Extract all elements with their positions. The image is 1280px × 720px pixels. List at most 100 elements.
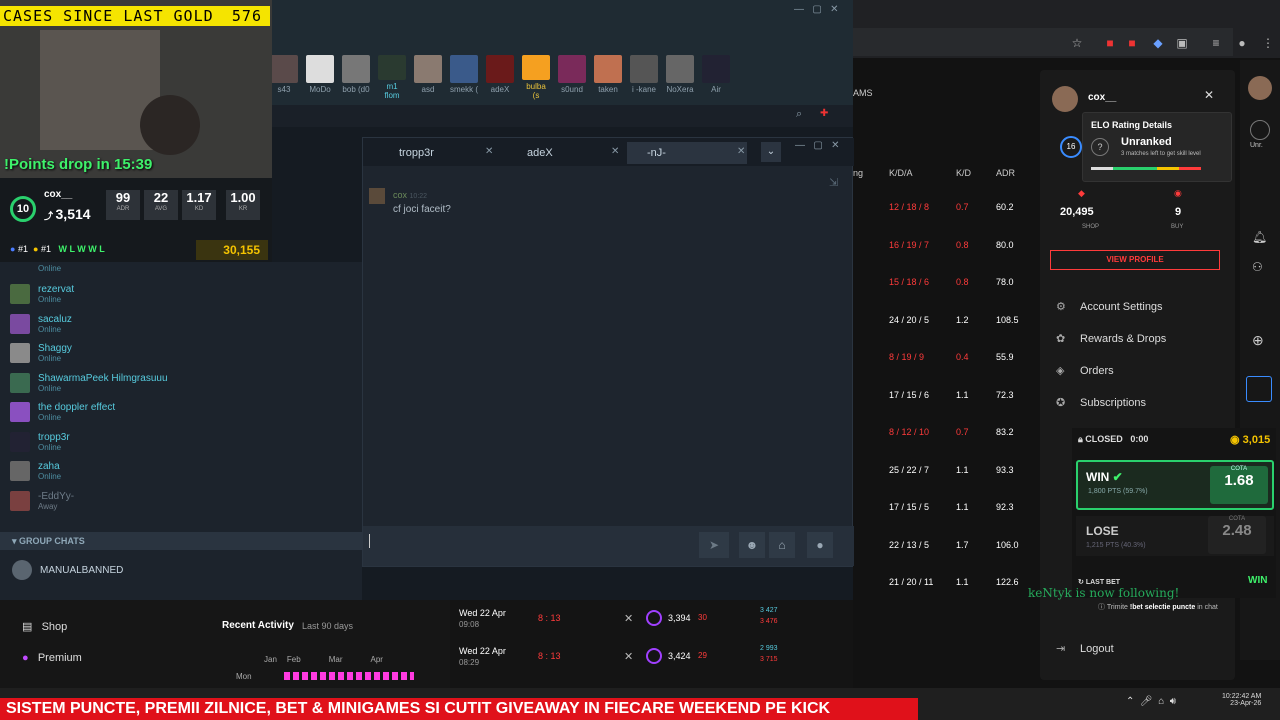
table-row[interactable]: 12 / 18 / 8 0.7 60.2 bbox=[853, 189, 1038, 225]
chevron-down-icon[interactable]: ⌄ bbox=[761, 142, 781, 162]
col-header: K/D bbox=[956, 168, 972, 178]
group-chats-header[interactable]: ▾ GROUP CHATS bbox=[0, 532, 362, 550]
friend-name: ShawarmaPeek Hilmgrasuuu bbox=[38, 372, 168, 384]
favorite-friend[interactable]: adeX bbox=[486, 55, 514, 100]
table-row[interactable]: 25 / 22 / 7 1.1 93.3 bbox=[853, 452, 1038, 488]
window-controls[interactable]: — ▢ ✕ bbox=[795, 140, 840, 151]
favorite-friend[interactable]: m1 flom bbox=[378, 55, 406, 100]
subscriptions-item[interactable]: ✪ Subscriptions bbox=[1056, 396, 1146, 409]
kda-cell: 22 / 13 / 5 bbox=[889, 539, 930, 550]
avatar[interactable] bbox=[1248, 76, 1272, 100]
view-profile-button[interactable]: VIEW PROFILE bbox=[1050, 250, 1220, 270]
nav-shop[interactable]: ▤ Shop bbox=[22, 620, 67, 633]
win-odds: COTA 1.68 bbox=[1210, 466, 1268, 504]
friend-status: Online bbox=[38, 354, 62, 363]
match-row[interactable]: Wed 22 Apr 09:08 8 : 13 ✕ 3,394 30 3 427 3 476 bbox=[450, 604, 853, 638]
chat-input[interactable]: ➤ ☻ ⌂ ● bbox=[363, 526, 854, 566]
tab-nj[interactable]: -nJ- bbox=[627, 142, 747, 164]
voice-icon[interactable]: ● bbox=[807, 532, 833, 558]
table-row[interactable]: 15 / 18 / 6 0.8 78.0 bbox=[853, 264, 1038, 300]
menu-icon[interactable]: ≡ bbox=[1209, 36, 1223, 50]
avatar bbox=[270, 55, 298, 83]
friend-name: the doppler effect bbox=[38, 402, 116, 413]
table-row[interactable]: 24 / 20 / 5 1.2 108.5 bbox=[853, 302, 1038, 338]
level-badge: 16 bbox=[1060, 136, 1082, 158]
tab-tropp3r[interactable]: tropp3r bbox=[379, 142, 499, 164]
clock[interactable]: 10:22:42 AM 23-Apr-26 bbox=[1222, 693, 1261, 707]
close-icon[interactable]: ✕ bbox=[485, 146, 493, 157]
adr-cell: 122.6 bbox=[996, 577, 1019, 587]
recent-range: Last 90 days bbox=[302, 621, 354, 631]
avatar bbox=[10, 431, 30, 452]
lose-option[interactable]: LOSE 1,215 PTS (40.3%) COTA 2.48 bbox=[1076, 516, 1274, 556]
extension-icon[interactable]: ■ bbox=[1103, 36, 1117, 50]
friend-row[interactable]: zaha Online bbox=[10, 457, 61, 485]
match-history: Wed 22 Apr 09:08 8 : 13 ✕ 3,394 30 3 427 3 476 W… bbox=[450, 600, 853, 688]
extension-icon[interactable]: ◆ bbox=[1151, 36, 1165, 50]
favorite-friend[interactable]: smekk ( bbox=[450, 55, 478, 100]
table-row[interactable]: 21 / 20 / 11 1.1 122.6 bbox=[853, 564, 1038, 600]
favorite-friend[interactable]: i -kane bbox=[630, 55, 658, 100]
emoji-icon[interactable]: ☻ bbox=[739, 532, 765, 558]
favorite-friend[interactable]: Air bbox=[702, 55, 730, 100]
extension-icon[interactable]: ■ bbox=[1125, 36, 1139, 50]
add-friend-icon[interactable]: ✚ bbox=[820, 108, 828, 119]
favorite-friend[interactable]: MoDo bbox=[306, 55, 334, 100]
friend-row[interactable]: sacaluz Online bbox=[10, 310, 72, 338]
friend-row[interactable]: tropp3r Online bbox=[10, 428, 70, 456]
favorite-friend[interactable]: taken bbox=[594, 55, 622, 100]
more-icon[interactable]: ⋮ bbox=[1261, 36, 1275, 50]
send-icon[interactable]: ➤ bbox=[699, 532, 729, 558]
window-controls[interactable]: — ▢ ✕ bbox=[794, 4, 839, 15]
nav-premium[interactable]: ● Premium bbox=[22, 652, 82, 664]
logout-item[interactable]: ⇥ Logout bbox=[1056, 642, 1114, 655]
table-row[interactable]: 8 / 12 / 10 0.7 83.2 bbox=[853, 414, 1038, 450]
search-icon[interactable]: ⌕ bbox=[796, 108, 802, 121]
buy-value: 9 bbox=[1175, 206, 1182, 218]
message-header: cox 10:22 bbox=[393, 190, 428, 200]
favorite-friend[interactable]: s0und bbox=[558, 55, 586, 100]
shop-label: SHOP bbox=[1082, 224, 1100, 230]
kda-cell: 25 / 22 / 7 bbox=[889, 464, 930, 475]
player-stats-panel: 10 cox__ ⤴ 3,514 99 ADR 22 AVG 1.17 KD 1.00… bbox=[0, 178, 272, 262]
account-settings-item[interactable]: ⚙ Account Settings bbox=[1056, 300, 1163, 313]
friend-row[interactable]: the doppler effect Online bbox=[10, 398, 115, 426]
favorite-friend[interactable]: s43 bbox=[270, 55, 298, 100]
friend-row[interactable]: rezervat Online bbox=[10, 280, 74, 308]
table-row[interactable]: 17 / 15 / 6 1.1 72.3 bbox=[853, 377, 1038, 413]
friend-row[interactable]: ShawarmaPeek Hilmgrasuuu Online bbox=[10, 369, 168, 397]
kd-cell: 1.1 bbox=[956, 577, 969, 587]
tray-icons[interactable]: ⌃ 🎤︎ ⌂ 🔊︎ bbox=[1126, 696, 1176, 707]
rewards-item[interactable]: ✿ Rewards & Drops bbox=[1056, 332, 1166, 345]
users-icon[interactable]: ⚇ bbox=[1252, 260, 1263, 274]
plus-icon[interactable]: ⊕ bbox=[1252, 332, 1264, 349]
close-icon[interactable]: ✕ bbox=[1204, 88, 1214, 102]
star-icon[interactable]: ☆ bbox=[1070, 36, 1084, 50]
bell-icon[interactable]: 🔔︎ bbox=[1252, 230, 1267, 244]
chip-icon[interactable] bbox=[1246, 376, 1272, 402]
friend-row[interactable]: Shaggy Online bbox=[10, 339, 72, 367]
win-option[interactable]: WIN ✔ 1,800 PTS (59.7%) COTA 1.68 bbox=[1076, 460, 1274, 510]
favorite-friend[interactable]: NoXera bbox=[666, 55, 694, 100]
table-row[interactable]: 22 / 13 / 5 1.7 106.0 bbox=[853, 527, 1038, 563]
avatar[interactable]: ● bbox=[1235, 36, 1249, 50]
table-row[interactable]: 8 / 19 / 9 0.4 55.9 bbox=[853, 339, 1038, 375]
match-row[interactable]: Wed 22 Apr 08:29 8 : 13 ✕ 3,424 29 2 993 3 715 bbox=[450, 642, 853, 676]
tab-adex[interactable]: adeX bbox=[507, 142, 617, 164]
attach-icon[interactable]: ⌂ bbox=[769, 532, 795, 558]
close-icon[interactable]: ✕ bbox=[611, 146, 619, 157]
adr-cell: 60.2 bbox=[996, 202, 1014, 212]
friends-search-bar[interactable]: ⌕ ✚ bbox=[270, 105, 853, 127]
adr-stat: 99 ADR bbox=[106, 190, 140, 220]
favorite-friend[interactable]: bob (d0 bbox=[342, 55, 370, 100]
orders-item[interactable]: ◈ Orders bbox=[1056, 364, 1114, 377]
group-chat-item[interactable]: MANUALBANNED bbox=[12, 560, 123, 580]
table-row[interactable]: 16 / 19 / 7 0.8 80.0 bbox=[853, 227, 1038, 263]
close-icon[interactable]: ✕ bbox=[737, 146, 745, 157]
favorite-friend[interactable]: bulba (s bbox=[522, 55, 550, 100]
add-user-icon[interactable]: ⇲ bbox=[829, 176, 838, 189]
table-row[interactable]: 17 / 15 / 5 1.1 92.3 bbox=[853, 489, 1038, 525]
puzzle-icon[interactable]: ▣ bbox=[1175, 36, 1189, 50]
favorite-friend[interactable]: asd bbox=[414, 55, 442, 100]
friend-row[interactable]: -EddYy- Away bbox=[10, 487, 74, 515]
